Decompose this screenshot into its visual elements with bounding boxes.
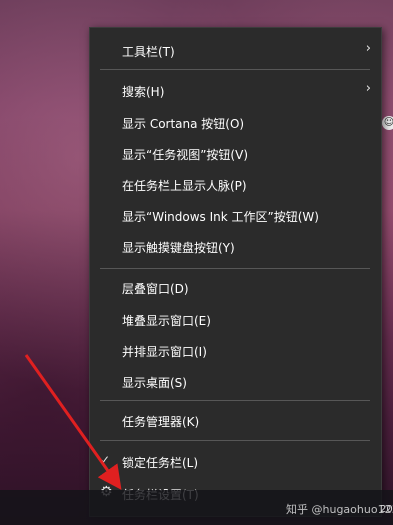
arrow-line [24,354,122,490]
annotation-arrow [24,354,122,490]
